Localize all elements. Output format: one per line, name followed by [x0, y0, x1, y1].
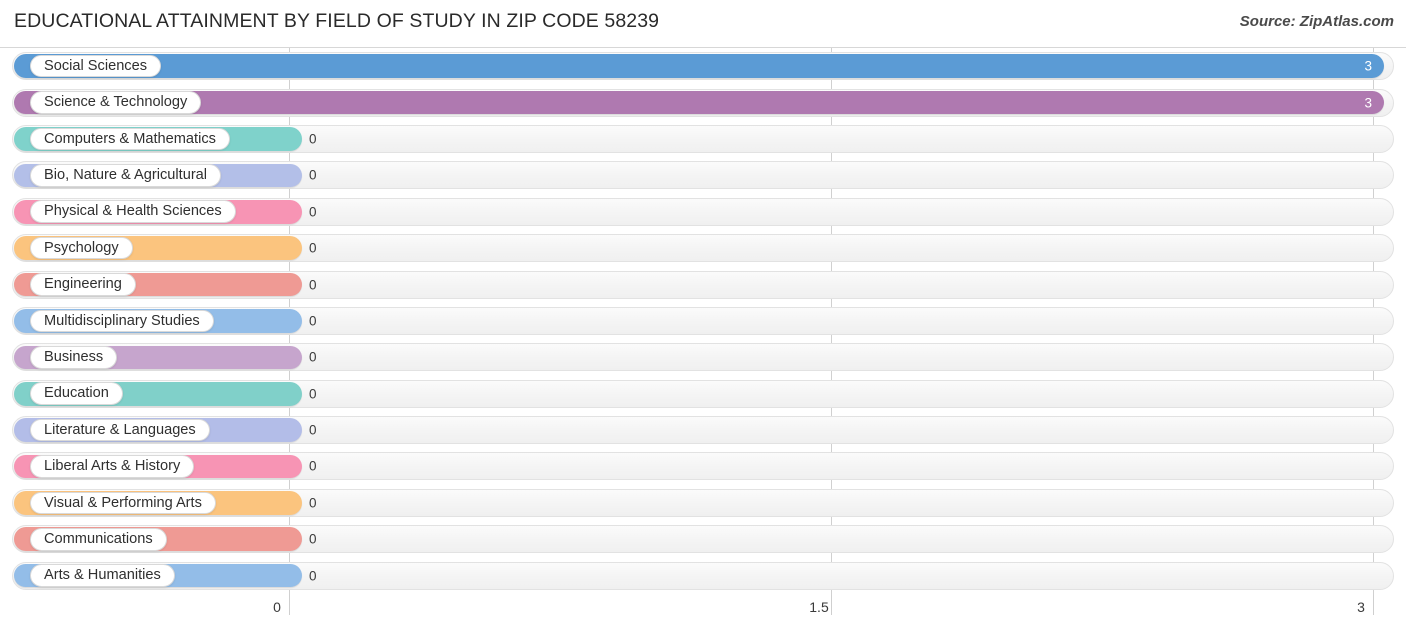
category-label-pill: Physical & Health Sciences [30, 200, 236, 224]
category-label-pill: Literature & Languages [30, 418, 210, 442]
category-label: Engineering [44, 276, 122, 293]
category-label-pill: Multidisciplinary Studies [30, 309, 214, 333]
bar-value-label: 0 [309, 422, 317, 438]
bar-row: 0 Physical & Health Sciences [0, 194, 1406, 230]
bar-value-label: 0 [309, 131, 317, 147]
bar-value-label: 3 [1364, 95, 1372, 111]
bar-value-label: 0 [309, 386, 317, 402]
category-label: Education [44, 385, 109, 402]
bar-row: 3 Science & Technology [0, 84, 1406, 120]
category-label: Business [44, 349, 104, 366]
bar-row: 0 Visual & Performing Arts [0, 485, 1406, 521]
chart-page: EDUCATIONAL ATTAINMENT BY FIELD OF STUDY… [0, 0, 1406, 631]
category-label-pill: Arts & Humanities [30, 564, 175, 587]
category-label-pill: Education [30, 382, 123, 405]
category-label-pill: Psychology [30, 236, 133, 260]
category-label-pill: Computers & Mathematics [30, 127, 230, 151]
source-attribution: Source: ZipAtlas.com [1239, 13, 1394, 30]
category-label-pill: Bio, Nature & Agricultural [30, 164, 222, 187]
category-label: Visual & Performing Arts [44, 494, 202, 511]
category-label-pill: Business [30, 346, 118, 369]
bar-value-label: 0 [309, 531, 317, 547]
category-label: Liberal Arts & History [44, 458, 181, 475]
category-label: Psychology [44, 239, 119, 256]
category-label: Communications [44, 530, 153, 547]
bar-value-label: 0 [309, 277, 317, 293]
x-axis-tick-mark [831, 595, 832, 615]
category-label: Science & Technology [44, 94, 188, 111]
category-label: Social Sciences [44, 57, 148, 74]
x-axis-tick-mark [289, 595, 290, 615]
category-label-pill: Social Sciences [30, 54, 162, 78]
category-label: Bio, Nature & Agricultural [44, 167, 208, 184]
bar-value-label: 0 [309, 495, 317, 511]
bar-row: 0 Liberal Arts & History [0, 448, 1406, 484]
bar-rows: 3 Social Sciences 3 Science & Technology 0 Co… [0, 48, 1406, 594]
category-label-pill: Science & Technology [30, 91, 202, 114]
bar-value-label: 0 [309, 167, 317, 183]
bar-row: 0 Communications [0, 521, 1406, 557]
bar-row: 0 Business [0, 339, 1406, 375]
x-axis-tick-label: 3 [1357, 599, 1365, 615]
bar-row: 3 Social Sciences [0, 48, 1406, 84]
category-label: Literature & Languages [44, 421, 196, 438]
bar-row: 0 Engineering [0, 266, 1406, 302]
bar-value-label: 0 [309, 349, 317, 365]
bar-value-label: 0 [309, 568, 317, 584]
bar[interactable]: 3 [14, 54, 1384, 78]
category-label-pill: Liberal Arts & History [30, 455, 195, 478]
bar-value-label: 3 [1364, 58, 1372, 74]
category-label: Computers & Mathematics [44, 130, 216, 147]
plot-area: 3 Social Sciences 3 Science & Technology 0 Co… [0, 47, 1406, 596]
page-title: EDUCATIONAL ATTAINMENT BY FIELD OF STUDY… [14, 10, 660, 32]
category-label-pill: Visual & Performing Arts [30, 491, 216, 515]
bar-row: 0 Bio, Nature & Agricultural [0, 157, 1406, 193]
category-label: Physical & Health Sciences [44, 203, 222, 220]
chart-header: EDUCATIONAL ATTAINMENT BY FIELD OF STUDY… [0, 0, 1406, 47]
bar[interactable]: 3 [14, 90, 1384, 115]
bar-value-label: 0 [309, 458, 317, 474]
bar-value-label: 0 [309, 204, 317, 220]
bar-row: 0 Computers & Mathematics [0, 121, 1406, 157]
category-label-pill: Engineering [30, 273, 136, 296]
bar-row: 0 Multidisciplinary Studies [0, 303, 1406, 339]
bar-row: 0 Arts & Humanities [0, 557, 1406, 593]
category-label: Multidisciplinary Studies [44, 312, 200, 329]
x-axis-tick-mark [1373, 595, 1374, 615]
bar-row: 0 Psychology [0, 230, 1406, 266]
x-axis-tick-label: 1.5 [809, 599, 829, 615]
x-axis-tick-label: 0 [273, 599, 281, 615]
bar-row: 0 Education [0, 376, 1406, 412]
bar-value-label: 0 [309, 313, 317, 329]
category-label-pill: Communications [30, 527, 167, 551]
category-label: Arts & Humanities [44, 567, 161, 584]
x-axis: 0 1.5 3 [0, 595, 1406, 631]
bar-value-label: 0 [309, 240, 317, 256]
bar-row: 0 Literature & Languages [0, 412, 1406, 448]
